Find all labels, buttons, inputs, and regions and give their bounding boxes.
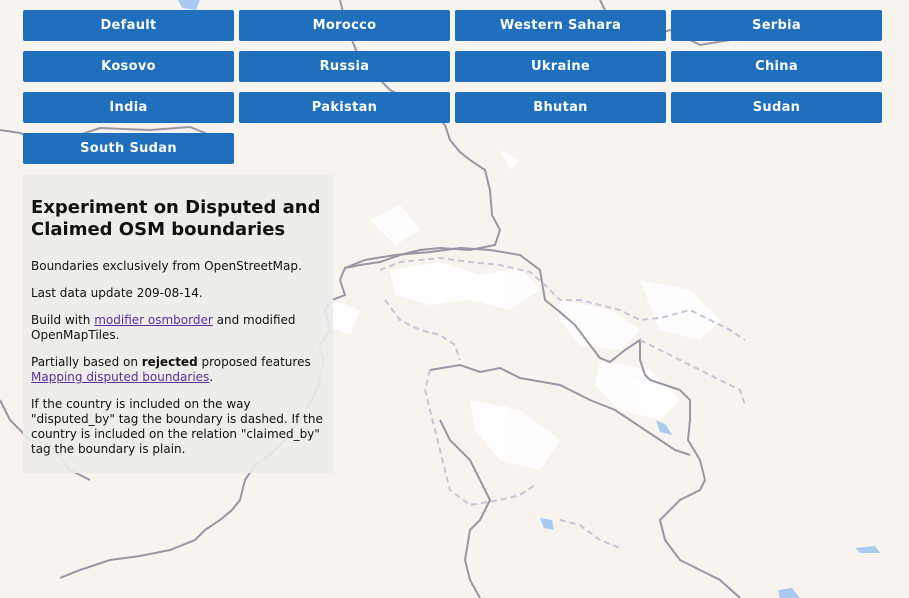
india-button[interactable]: India xyxy=(23,92,234,123)
south-sudan-button[interactable]: South Sudan xyxy=(23,133,234,164)
info-partial-prefix: Partially based on xyxy=(31,355,142,369)
info-legend-note: If the country is included on the way "d… xyxy=(31,397,323,456)
china-button[interactable]: China xyxy=(671,51,882,82)
glacier-areas xyxy=(325,150,720,470)
kosovo-button[interactable]: Kosovo xyxy=(23,51,234,82)
sudan-button[interactable]: Sudan xyxy=(671,92,882,123)
mapping-disputed-boundaries-link[interactable]: Mapping disputed boundaries xyxy=(31,370,209,384)
info-partial-text: Partially based on rejected proposed fea… xyxy=(31,355,325,385)
ukraine-button[interactable]: Ukraine xyxy=(455,51,666,82)
bhutan-button[interactable]: Bhutan xyxy=(455,92,666,123)
info-panel: Experiment on Disputed and Claimed OSM b… xyxy=(23,175,333,473)
info-build-text: Build with modifier osmborder and modifi… xyxy=(31,313,325,343)
info-build-prefix: Build with xyxy=(31,313,95,327)
russia-button[interactable]: Russia xyxy=(239,51,450,82)
serbia-button[interactable]: Serbia xyxy=(671,10,882,41)
western-sahara-button[interactable]: Western Sahara xyxy=(455,10,666,41)
pakistan-button[interactable]: Pakistan xyxy=(239,92,450,123)
default-button[interactable]: Default xyxy=(23,10,234,41)
info-partial-suffix: . xyxy=(209,370,214,384)
osmborder-link[interactable]: modifier osmborder xyxy=(94,313,213,327)
info-title: Experiment on Disputed and Claimed OSM b… xyxy=(31,197,321,240)
country-button-grid: Default Morocco Western Sahara Serbia Ko… xyxy=(23,10,882,164)
info-partial-mid: proposed features xyxy=(197,355,311,369)
info-update-text: Last data update 209-08-14. xyxy=(31,286,203,300)
morocco-button[interactable]: Morocco xyxy=(239,10,450,41)
info-rejected-bold: rejected xyxy=(141,355,198,369)
info-source-text: Boundaries exclusively from OpenStreetMa… xyxy=(31,259,302,273)
